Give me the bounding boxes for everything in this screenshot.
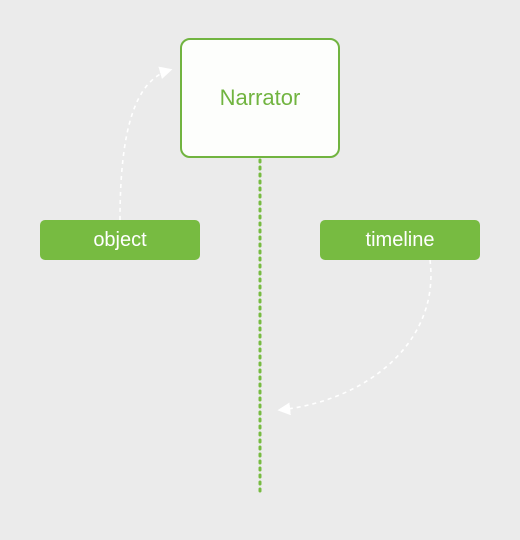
object-label: object [93, 229, 146, 252]
diagram-canvas: Narrator object timeline [0, 0, 520, 540]
timeline-label: timeline [366, 229, 435, 252]
narrator-node: Narrator [180, 38, 340, 158]
arrow-timeline-to-line [280, 260, 431, 410]
timeline-chip: timeline [320, 220, 480, 260]
narrator-label: Narrator [220, 85, 301, 111]
arrow-object-to-narrator [120, 70, 170, 220]
object-chip: object [40, 220, 200, 260]
